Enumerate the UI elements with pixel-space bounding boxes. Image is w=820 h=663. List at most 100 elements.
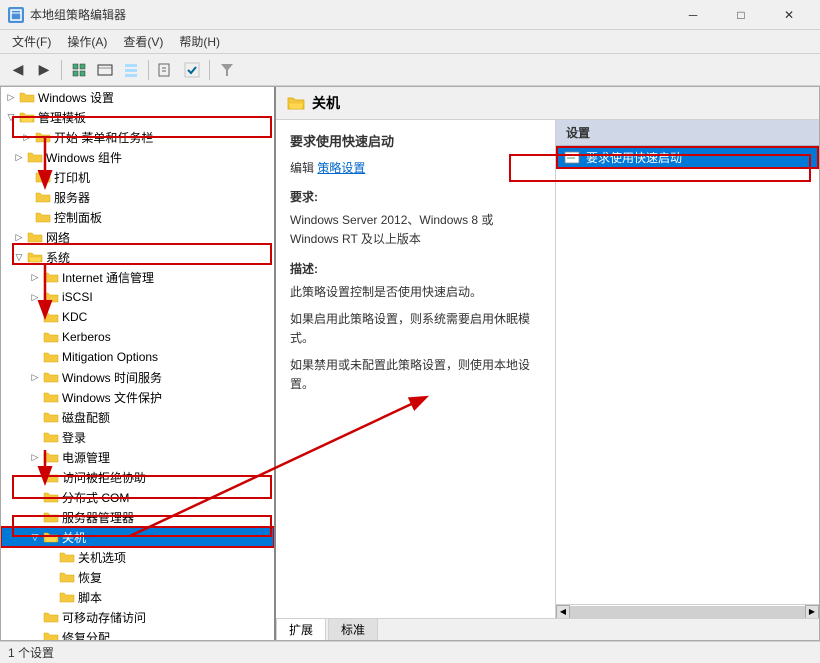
tree-label-more: 修复分配 [62, 629, 110, 641]
expander-power-mgmt[interactable]: ▷ [27, 449, 43, 465]
settings-item-label: 要求使用快速启动 [586, 149, 682, 166]
tree-node-system[interactable]: ▽ 系统 [1, 247, 274, 267]
folder-icon-network [27, 229, 43, 245]
tree-node-login[interactable]: 登录 [1, 427, 274, 447]
folder-icon-start-menu [35, 129, 51, 145]
tree-node-admin-templates[interactable]: ▽ 管理模板 [1, 107, 274, 127]
menu-help[interactable]: 帮助(H) [171, 31, 228, 52]
window-title: 本地组策略编辑器 [30, 6, 670, 23]
tree-node-removable-storage[interactable]: 可移动存储访问 [1, 607, 274, 627]
tree-node-network[interactable]: ▷ 网络 [1, 227, 274, 247]
back-button[interactable]: ◀ [6, 58, 30, 82]
tree-node-servers[interactable]: 服务器 [1, 187, 274, 207]
tree-node-more[interactable]: 修复分配 [1, 627, 274, 640]
expander-login [27, 429, 43, 445]
tree-label-shutdown-options: 关机选项 [78, 549, 126, 566]
main-area: ▷ Windows 设置 ▽ 管理模板 ▷ 开始 菜单和任务栏 ▷ Window… [0, 86, 820, 641]
folder-icon-more [43, 629, 59, 640]
tree-node-printers[interactable]: 打印机 [1, 167, 274, 187]
tree-node-shutdown[interactable]: ▽ 关机 [1, 527, 274, 547]
scroll-left-button[interactable]: ◀ [556, 605, 570, 619]
note1-text: 如果启用此策略设置，则系统需要启用休眠模式。 [290, 310, 541, 348]
tree-node-windows-settings[interactable]: ▷ Windows 设置 [1, 87, 274, 107]
restore-button[interactable]: □ [718, 0, 764, 30]
tree-node-script[interactable]: 脚本 [1, 587, 274, 607]
folder-icon-login [43, 429, 59, 445]
toolbar-btn-3[interactable] [119, 58, 143, 82]
expander-access-denied [27, 469, 43, 485]
minimize-button[interactable]: ─ [670, 0, 716, 30]
tree-node-access-denied[interactable]: 访问被拒绝协助 [1, 467, 274, 487]
right-body: 要求使用快速启动 编辑 策略设置 要求: Windows Server 2012… [276, 120, 819, 618]
settings-panel: 设置 要求使用快速启动 ◀ [556, 120, 819, 618]
expander-system[interactable]: ▽ [11, 249, 27, 265]
tree-node-kerberos[interactable]: Kerberos [1, 327, 274, 347]
expander-removable-storage [27, 609, 43, 625]
tree-node-disk-quota[interactable]: 磁盘配额 [1, 407, 274, 427]
note2-text: 如果禁用或未配置此策略设置，则使用本地设置。 [290, 356, 541, 394]
expander-windows-file-protect [27, 389, 43, 405]
expander-admin-templates[interactable]: ▽ [3, 109, 19, 125]
scrollbar-track[interactable] [570, 606, 805, 618]
folder-icon-shutdown [43, 529, 59, 545]
tree-node-power-mgmt[interactable]: ▷ 电源管理 [1, 447, 274, 467]
menu-action[interactable]: 操作(A) [59, 31, 115, 52]
policy-name-section: 要求使用快速启动 编辑 策略设置 [290, 132, 541, 178]
tree-node-windows-components[interactable]: ▷ Windows 组件 [1, 147, 274, 167]
right-panel: 关机 要求使用快速启动 编辑 策略设置 要求: Windows Ser [276, 87, 819, 640]
expander-distributed-com [27, 489, 43, 505]
expander-shutdown[interactable]: ▽ [27, 529, 43, 545]
expander-start-menu[interactable]: ▷ [19, 129, 35, 145]
tabs-bar: 扩展 标准 [276, 618, 819, 640]
tab-standard[interactable]: 标准 [328, 618, 378, 640]
expander-iscsi[interactable]: ▷ [27, 289, 43, 305]
expander-windows-settings[interactable]: ▷ [3, 89, 19, 105]
forward-button[interactable]: ▶ [32, 58, 56, 82]
tree-node-internet-mgmt[interactable]: ▷ Internet 通信管理 [1, 267, 274, 287]
folder-icon-recovery [59, 569, 75, 585]
tree-label-system: 系统 [46, 249, 70, 266]
status-bar: 1 个设置 [0, 641, 820, 663]
settings-item-fast-startup[interactable]: 要求使用快速启动 [556, 146, 819, 169]
tree-label-server-mgr: 服务器管理器 [62, 509, 134, 526]
toolbar-btn-5[interactable] [180, 58, 204, 82]
tree-node-iscsi[interactable]: ▷ iSCSI [1, 287, 274, 307]
tree-label-windows-time: Windows 时间服务 [62, 369, 162, 386]
toolbar-btn-4[interactable] [154, 58, 178, 82]
tree-node-shutdown-options[interactable]: 关机选项 [1, 547, 274, 567]
toolbar-btn-2[interactable] [93, 58, 117, 82]
expander-server-mgr [27, 509, 43, 525]
expander-windows-components[interactable]: ▷ [11, 149, 27, 165]
toolbar-separator-3 [209, 60, 210, 80]
tree-label-recovery: 恢复 [78, 569, 102, 586]
tree-node-server-mgr[interactable]: 服务器管理器 [1, 507, 274, 527]
horizontal-scrollbar[interactable]: ◀ ▶ [556, 604, 819, 618]
menu-view[interactable]: 查看(V) [115, 31, 171, 52]
expander-kerberos [27, 329, 43, 345]
filter-button[interactable] [215, 58, 239, 82]
tree-node-kdc[interactable]: KDC [1, 307, 274, 327]
tab-extend[interactable]: 扩展 [276, 618, 326, 640]
tree-node-control-panel[interactable]: 控制面板 [1, 207, 274, 227]
policy-settings-link[interactable]: 策略设置 [317, 161, 365, 175]
close-button[interactable]: ✕ [766, 0, 812, 30]
tree-node-distributed-com[interactable]: 分布式 COM [1, 487, 274, 507]
scroll-right-button[interactable]: ▶ [805, 605, 819, 619]
tree-node-recovery[interactable]: 恢复 [1, 567, 274, 587]
right-header: 关机 [276, 87, 819, 120]
tree-node-windows-file-protect[interactable]: Windows 文件保护 [1, 387, 274, 407]
expander-kdc [27, 309, 43, 325]
tree-label-distributed-com: 分布式 COM [62, 489, 129, 506]
menu-file[interactable]: 文件(F) [4, 31, 59, 52]
expander-internet-mgmt[interactable]: ▷ [27, 269, 43, 285]
tree-node-start-menu[interactable]: ▷ 开始 菜单和任务栏 [1, 127, 274, 147]
expander-windows-time[interactable]: ▷ [27, 369, 43, 385]
folder-icon-access-denied [43, 469, 59, 485]
folder-icon-power-mgmt [43, 449, 59, 465]
tree-label-kdc: KDC [62, 310, 87, 324]
expander-mitigation-options [27, 349, 43, 365]
tree-node-windows-time[interactable]: ▷ Windows 时间服务 [1, 367, 274, 387]
tree-node-mitigation-options[interactable]: Mitigation Options [1, 347, 274, 367]
toolbar-btn-1[interactable] [67, 58, 91, 82]
expander-network[interactable]: ▷ [11, 229, 27, 245]
